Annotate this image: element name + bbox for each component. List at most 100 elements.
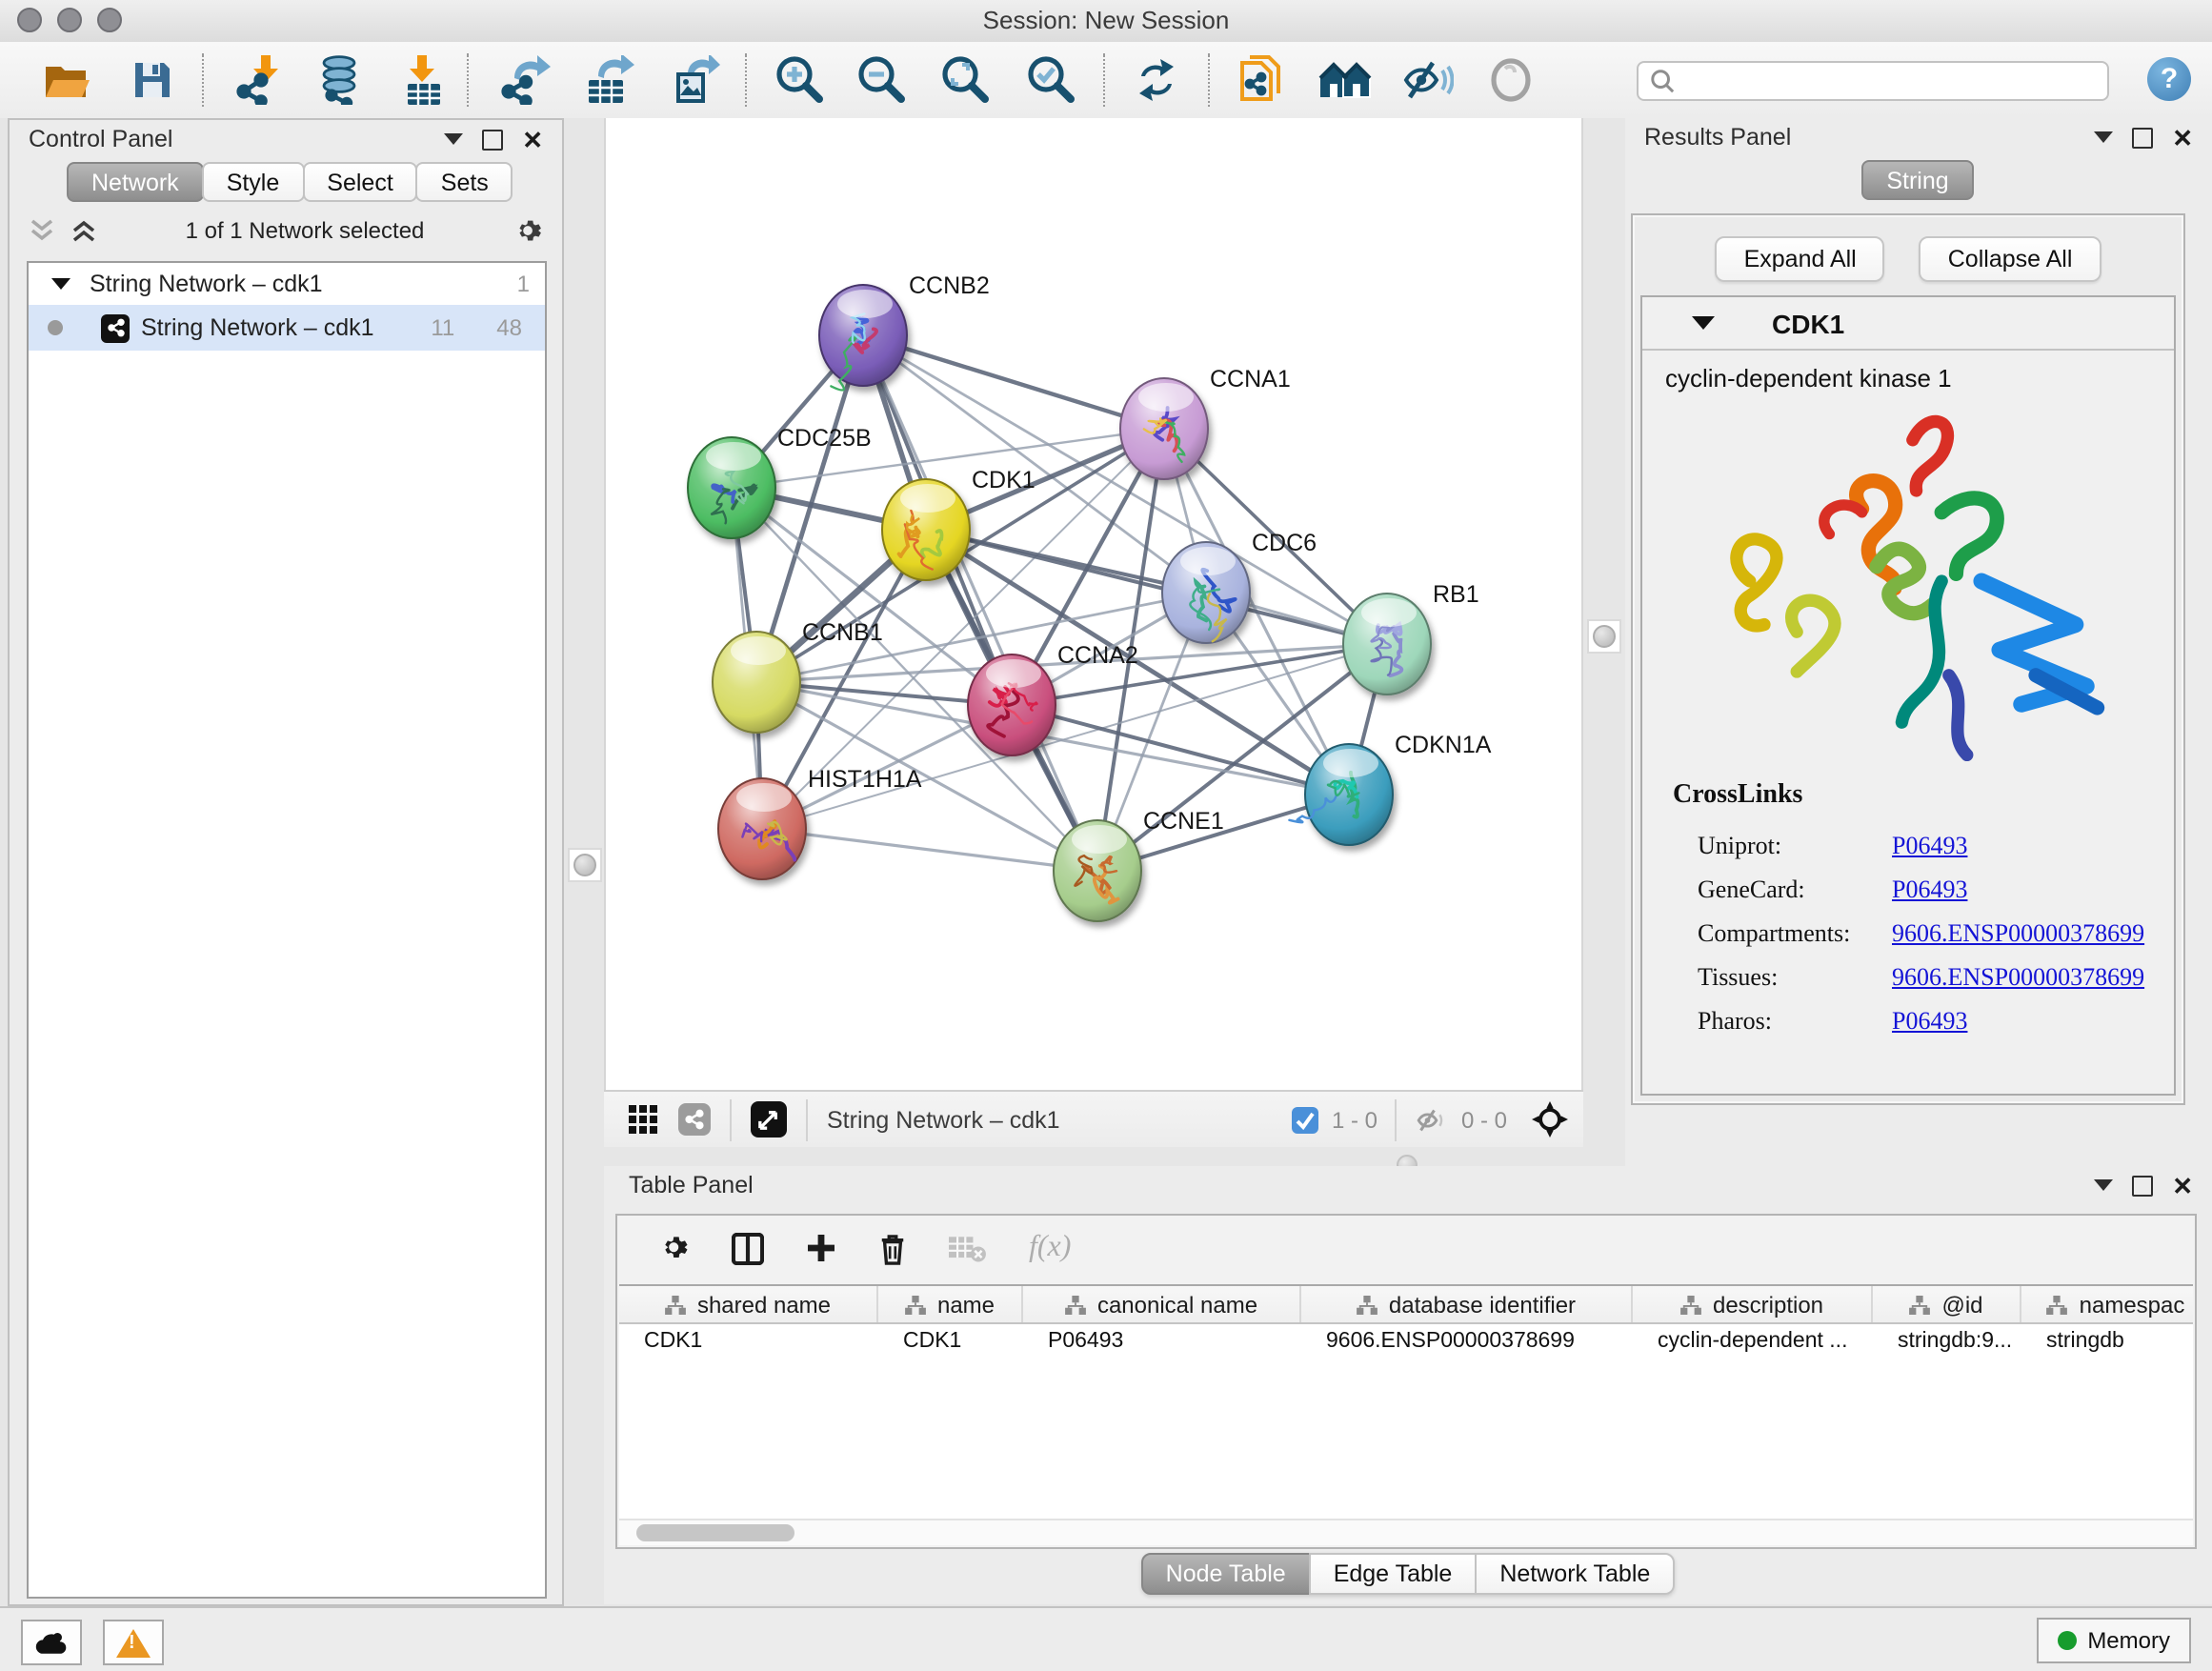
collapse-all-icon[interactable]: [29, 216, 55, 243]
help-button[interactable]: ?: [2147, 57, 2191, 101]
tab-string[interactable]: String: [1861, 160, 1973, 200]
table-settings-gear-icon[interactable]: [659, 1233, 690, 1263]
open-session-button[interactable]: [40, 53, 93, 107]
expand-all-button[interactable]: Expand All: [1716, 236, 1885, 282]
scrollbar-thumb[interactable]: [636, 1524, 794, 1541]
network-collection-row[interactable]: String Network – cdk1 1: [29, 263, 545, 305]
panel-menu-icon[interactable]: [2094, 131, 2113, 143]
network-edge[interactable]: [863, 335, 1164, 429]
panel-menu-icon[interactable]: [444, 133, 463, 145]
panel-float-icon[interactable]: [2132, 127, 2153, 148]
column-header-name[interactable]: name: [878, 1286, 1023, 1322]
crosslink-value-link[interactable]: P06493: [1892, 874, 1967, 904]
warnings-button[interactable]: [103, 1620, 164, 1665]
export-table-button[interactable]: [581, 53, 634, 107]
tab-network-table[interactable]: Network Table: [1475, 1553, 1675, 1595]
table-cell[interactable]: stringdb:9...: [1873, 1324, 2021, 1359]
table-cell[interactable]: 9606.ENSP00000378699: [1301, 1324, 1633, 1359]
column-header-canonical-name[interactable]: canonical name: [1023, 1286, 1301, 1322]
save-session-button[interactable]: [126, 53, 179, 107]
tab-select[interactable]: Select: [302, 162, 418, 202]
import-network-button[interactable]: [232, 53, 286, 107]
import-database-button[interactable]: [314, 53, 368, 107]
gene-section-header[interactable]: CDK1: [1642, 297, 2174, 351]
zoom-in-button[interactable]: [774, 53, 827, 107]
table-horizontal-scrollbar[interactable]: [619, 1519, 2193, 1545]
network-node-CCNB2[interactable]: CCNB2: [819, 272, 990, 391]
export-image-button[interactable]: [667, 53, 720, 107]
expand-all-icon[interactable]: [70, 216, 97, 243]
column-header-namespac[interactable]: namespac: [2021, 1286, 2193, 1322]
add-column-icon[interactable]: [806, 1233, 836, 1263]
tab-edge-table[interactable]: Edge Table: [1309, 1553, 1478, 1595]
detach-view-button[interactable]: [751, 1101, 787, 1137]
panel-menu-icon[interactable]: [2094, 1179, 2113, 1191]
hide-panels-button[interactable]: [1400, 53, 1454, 107]
collection-caret-icon[interactable]: [51, 278, 70, 290]
right-splitter[interactable]: [1583, 118, 1623, 1166]
selected-checkbox-icon[interactable]: [1292, 1106, 1318, 1133]
memory-button[interactable]: Memory: [2036, 1618, 2191, 1663]
network-node-CDC6[interactable]: CDC6: [1162, 530, 1317, 643]
network-node-HIST1H1A[interactable]: HIST1H1A: [718, 766, 922, 879]
refresh-button[interactable]: [1130, 53, 1183, 107]
column-header-@id[interactable]: @id: [1873, 1286, 2021, 1322]
panel-close-icon[interactable]: ✕: [2172, 125, 2193, 150]
gear-icon[interactable]: [513, 214, 543, 245]
left-splitter[interactable]: [564, 118, 604, 1606]
panel-float-icon[interactable]: [482, 129, 503, 150]
crosslink-value-link[interactable]: 9606.ENSP00000378699: [1892, 917, 2144, 948]
network-node-CCNA1[interactable]: CCNA1: [1120, 366, 1291, 479]
panel-float-icon[interactable]: [2132, 1175, 2153, 1196]
table-cell[interactable]: P06493: [1023, 1324, 1301, 1359]
network-share-view-icon[interactable]: [678, 1103, 711, 1136]
birds-eye-icon[interactable]: [1532, 1101, 1568, 1137]
tab-network[interactable]: Network: [67, 162, 204, 202]
app-store-button[interactable]: [21, 1620, 82, 1665]
export-network-button[interactable]: [497, 53, 551, 107]
zoom-selected-button[interactable]: [1025, 53, 1078, 107]
crosslink-value-link[interactable]: P06493: [1892, 1005, 1967, 1036]
string-document-button[interactable]: [1235, 53, 1288, 107]
right-splitter-handle[interactable]: [1587, 619, 1621, 654]
left-splitter-handle[interactable]: [568, 848, 602, 882]
table-cell[interactable]: CDK1: [619, 1324, 878, 1359]
column-header-database-identifier[interactable]: database identifier: [1301, 1286, 1633, 1322]
table-row[interactable]: CDK1CDK1P064939606.ENSP00000378699cyclin…: [619, 1324, 2193, 1359]
node-gloss-highlight: [736, 783, 792, 812]
search-input[interactable]: [1684, 66, 2096, 96]
tab-node-table[interactable]: Node Table: [1141, 1553, 1311, 1595]
column-header-description[interactable]: description: [1633, 1286, 1873, 1322]
show-columns-icon[interactable]: [732, 1232, 764, 1264]
zoom-out-button[interactable]: [855, 53, 909, 107]
import-table-button[interactable]: [398, 53, 452, 107]
search-field[interactable]: [1637, 61, 2109, 101]
crosslink-value-link[interactable]: P06493: [1892, 830, 1967, 860]
show-panel-button[interactable]: [1484, 53, 1538, 107]
network-edge[interactable]: [762, 829, 1097, 871]
collapse-all-button[interactable]: Collapse All: [1920, 236, 2101, 282]
tab-style[interactable]: Style: [202, 162, 305, 202]
hidden-eye-icon[interactable]: [1414, 1106, 1448, 1133]
panel-close-icon[interactable]: ✕: [522, 127, 543, 151]
network-graph[interactable]: CCNB2CCNA1CDC25BCDK1CDC6RB1CCNB1CCNA2CDK…: [606, 118, 1581, 1090]
zoom-fit-button[interactable]: [939, 53, 993, 107]
network-node-CCNE1[interactable]: CCNE1: [1054, 808, 1224, 921]
network-edge[interactable]: [926, 530, 1387, 644]
network-canvas[interactable]: CCNB2CCNA1CDC25BCDK1CDC6RB1CCNB1CCNA2CDK…: [604, 118, 1583, 1090]
table-cell[interactable]: stringdb: [2021, 1324, 2193, 1359]
network-node-CDKN1A[interactable]: CDKN1A: [1289, 732, 1491, 845]
network-edge[interactable]: [1012, 705, 1349, 795]
crosslink-value-link[interactable]: 9606.ENSP00000378699: [1892, 961, 2144, 992]
column-header-shared-name[interactable]: shared name: [619, 1286, 878, 1322]
grid-view-icon[interactable]: [629, 1105, 657, 1134]
table-cell[interactable]: CDK1: [878, 1324, 1023, 1359]
network-node-RB1[interactable]: RB1: [1343, 581, 1479, 695]
delete-column-icon[interactable]: [878, 1232, 907, 1264]
tab-sets[interactable]: Sets: [416, 162, 513, 202]
gene-collapse-icon[interactable]: [1692, 316, 1715, 330]
panel-close-icon[interactable]: ✕: [2172, 1173, 2193, 1198]
table-cell[interactable]: cyclin-dependent ...: [1633, 1324, 1873, 1359]
home-button[interactable]: [1318, 53, 1372, 107]
network-row[interactable]: String Network – cdk1 11 48: [29, 305, 545, 351]
